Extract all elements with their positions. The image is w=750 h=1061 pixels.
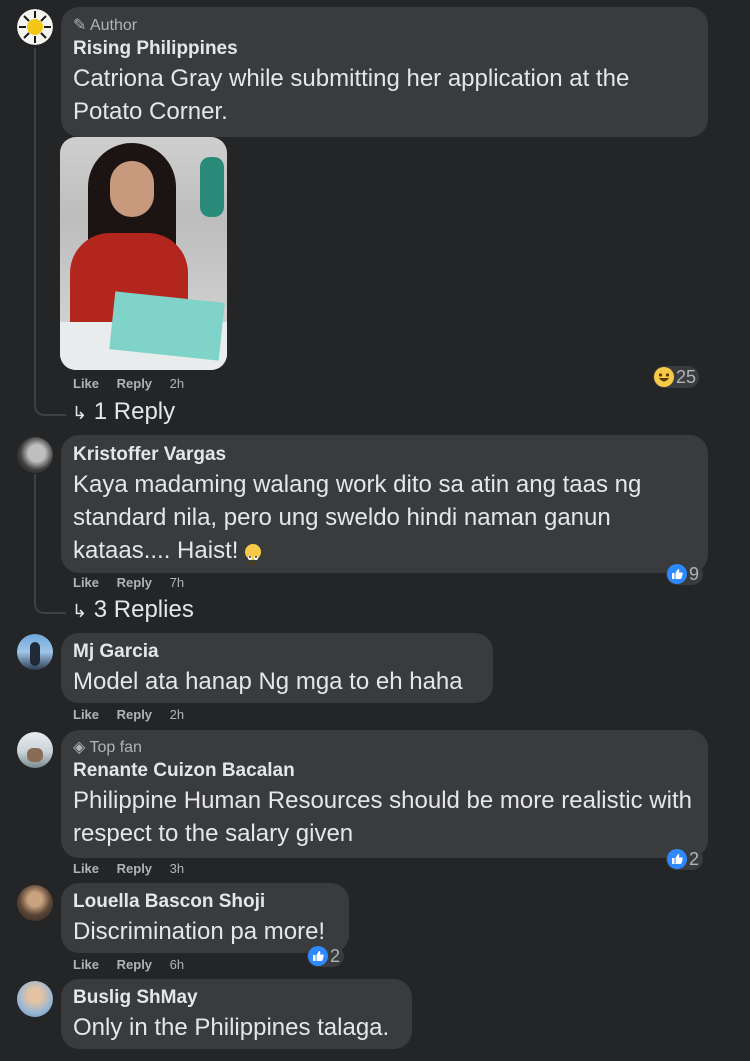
sun-logo-icon <box>17 9 53 45</box>
avatar[interactable] <box>17 885 53 921</box>
comment-text: Catriona Gray while submitting her appli… <box>73 65 630 125</box>
reaction-summary[interactable]: 25 <box>653 366 700 388</box>
reaction-count: 25 <box>676 366 697 387</box>
comment-bubble: ✎ Author Rising Philippines Catriona Gra… <box>61 7 708 137</box>
commenter-name[interactable]: Rising Philippines <box>73 36 696 62</box>
comment-text: Philippine Human Resources should be mor… <box>73 787 692 847</box>
replies-label: 3 Replies <box>93 596 194 623</box>
comment-text: Only in the Philippines talaga. <box>73 1014 390 1041</box>
thread-line <box>34 474 36 598</box>
comment-actions: Like Reply 3h <box>73 861 184 876</box>
like-button[interactable]: Like <box>73 861 99 876</box>
comment-text: Model ata hanap Ng mga to eh haha <box>73 668 463 695</box>
comment-bubble: Kristoffer Vargas Kaya madaming walang w… <box>61 435 708 573</box>
like-icon <box>667 564 687 584</box>
like-button[interactable]: Like <box>73 707 99 722</box>
photo-papers <box>109 291 225 361</box>
reaction-count: 2 <box>330 945 341 966</box>
timestamp[interactable]: 2h <box>170 707 184 722</box>
reaction-summary[interactable]: 2 <box>307 945 345 967</box>
avatar[interactable] <box>17 732 53 768</box>
thread-curve <box>34 588 66 614</box>
top-fan-badge-label: Top fan <box>89 739 142 756</box>
commenter-name[interactable]: Louella Bascon Shoji <box>73 889 337 915</box>
comment-text: Kaya madaming walang work dito sa atin a… <box>73 468 693 567</box>
avatar[interactable] <box>17 9 53 45</box>
replies-label: 1 Reply <box>93 398 176 425</box>
diamond-icon: ◈ <box>73 739 86 756</box>
reaction-count: 2 <box>689 848 700 869</box>
thread-line <box>34 48 36 398</box>
author-badge: ✎ Author <box>73 16 696 36</box>
view-replies-link[interactable]: ↳ 1 Reply <box>72 398 175 426</box>
pencil-icon: ✎ <box>73 17 87 34</box>
commenter-name[interactable]: Renante Cuizon Bacalan <box>73 758 696 784</box>
reply-arrow-icon: ↳ <box>72 601 88 621</box>
like-icon <box>308 946 328 966</box>
comment-text: Discrimination pa more! <box>73 918 326 945</box>
comment-actions: Like Reply 6h <box>73 957 184 972</box>
view-replies-link[interactable]: ↳ 3 Replies <box>72 596 194 624</box>
comment-bubble: Louella Bascon Shoji Discrimination pa m… <box>61 883 349 953</box>
comment-bubble: Mj Garcia Model ata hanap Ng mga to eh h… <box>61 633 493 703</box>
comment-actions: Like Reply 7h <box>73 575 184 590</box>
comment-actions: Like Reply 2h <box>73 376 184 391</box>
reaction-summary[interactable]: 2 <box>666 848 704 870</box>
reply-arrow-icon: ↳ <box>72 403 88 423</box>
top-fan-badge: ◈ Top fan <box>73 738 696 758</box>
author-badge-label: Author <box>89 17 138 34</box>
photo-face <box>110 161 154 217</box>
timestamp[interactable]: 7h <box>170 575 184 590</box>
reaction-summary[interactable]: 9 <box>666 563 704 585</box>
avatar-figure <box>30 642 40 666</box>
commenter-name[interactable]: Buslig ShMay <box>73 985 400 1011</box>
photo-person-right <box>200 157 224 217</box>
like-button[interactable]: Like <box>73 575 99 590</box>
commenter-name[interactable]: Mj Garcia <box>73 639 481 665</box>
reply-button[interactable]: Reply <box>117 861 152 876</box>
avatar[interactable] <box>17 437 53 473</box>
avatar[interactable] <box>17 981 53 1017</box>
like-button[interactable]: Like <box>73 957 99 972</box>
avatar[interactable] <box>17 634 53 670</box>
timestamp[interactable]: 6h <box>170 957 184 972</box>
reply-button[interactable]: Reply <box>117 957 152 972</box>
reaction-count: 9 <box>689 563 700 584</box>
haha-icon <box>654 367 674 387</box>
reply-button[interactable]: Reply <box>117 376 152 391</box>
timestamp[interactable]: 2h <box>170 376 184 391</box>
comment-bubble: ◈ Top fan Renante Cuizon Bacalan Philipp… <box>61 730 708 858</box>
reply-button[interactable]: Reply <box>117 707 152 722</box>
avatar-figure <box>27 748 43 762</box>
like-button[interactable]: Like <box>73 376 99 391</box>
like-icon <box>667 849 687 869</box>
thread-curve <box>34 390 66 416</box>
comment-text-content: Kaya madaming walang work dito sa atin a… <box>73 471 642 564</box>
timestamp[interactable]: 3h <box>170 861 184 876</box>
reply-button[interactable]: Reply <box>117 575 152 590</box>
comment-bubble: Buslig ShMay Only in the Philippines tal… <box>61 979 412 1049</box>
eye-roll-emoji-icon <box>245 543 262 564</box>
commenter-name[interactable]: Kristoffer Vargas <box>73 442 696 468</box>
comment-photo[interactable] <box>60 137 227 370</box>
comment-actions: Like Reply 2h <box>73 707 184 722</box>
